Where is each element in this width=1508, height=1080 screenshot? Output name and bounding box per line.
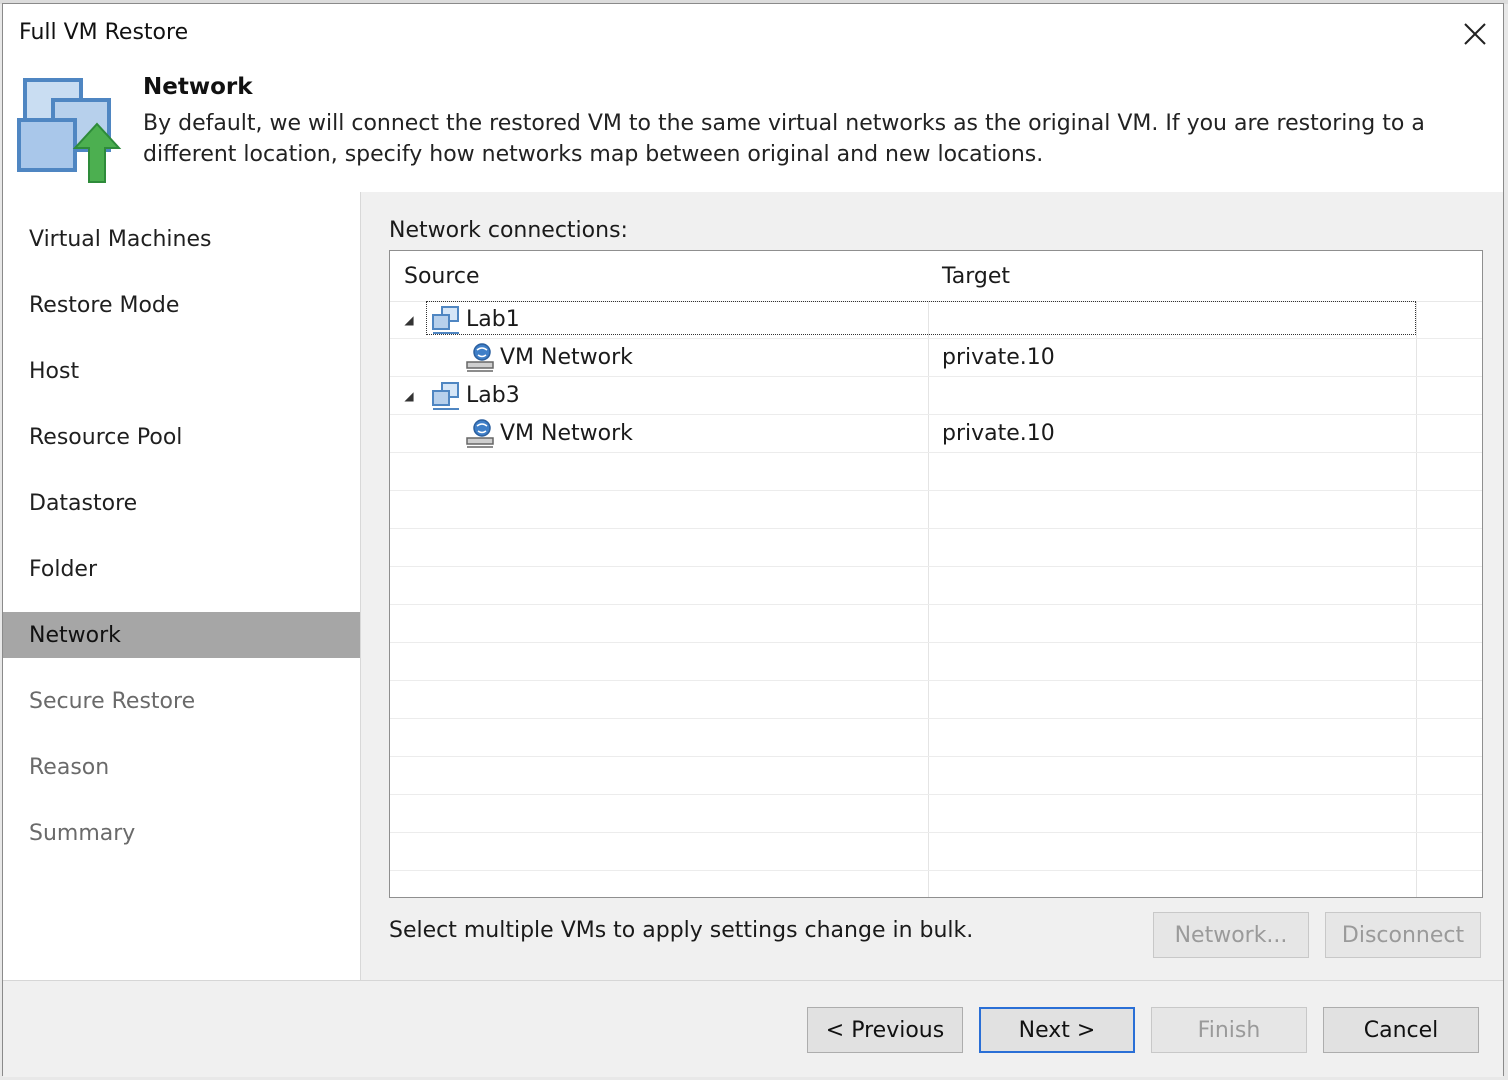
expand-toggle-icon[interactable]: ◢ xyxy=(402,377,416,414)
sidebar-item-virtual-machines[interactable]: Virtual Machines xyxy=(3,216,360,262)
sidebar-item-label: Virtual Machines xyxy=(29,226,212,252)
title-bar: Full VM Restore xyxy=(3,4,1503,64)
cancel-button[interactable]: Cancel xyxy=(1323,1007,1479,1053)
sidebar-item-label: Datastore xyxy=(29,490,138,516)
sidebar-item-label: Resource Pool xyxy=(29,424,183,450)
empty-row xyxy=(390,795,1482,833)
table-row[interactable]: VM Network private.10 xyxy=(390,339,1482,377)
step-header: Network By default, we will connect the … xyxy=(3,64,1503,192)
network-button[interactable]: Network... xyxy=(1153,912,1309,958)
network-icon xyxy=(466,342,494,372)
step-description: By default, we will connect the restored… xyxy=(143,111,1425,167)
table-row[interactable]: ◢ Lab3 xyxy=(390,377,1482,415)
bulk-hint-text: Select multiple VMs to apply settings ch… xyxy=(389,918,974,943)
sidebar-item-label: Reason xyxy=(29,754,110,780)
empty-row xyxy=(390,453,1482,491)
row-target-name: private.10 xyxy=(942,421,1055,446)
network-step-content: Network connections: Source Target ◢ Lab… xyxy=(361,192,1503,980)
network-connections-grid[interactable]: Source Target ◢ Lab1 VM Network private.… xyxy=(389,250,1483,898)
full-vm-restore-dialog: Full VM Restore Network By default, we w… xyxy=(2,3,1504,1077)
empty-row xyxy=(390,681,1482,719)
expand-toggle-icon[interactable]: ◢ xyxy=(402,301,416,338)
sidebar-item-secure-restore: Secure Restore xyxy=(3,678,360,724)
empty-row xyxy=(390,757,1482,795)
sidebar-item-label: Network xyxy=(29,622,121,648)
sidebar-item-restore-mode[interactable]: Restore Mode xyxy=(3,282,360,328)
sidebar-item-summary: Summary xyxy=(3,810,360,856)
vm-icon xyxy=(432,381,459,410)
sidebar-item-label: Folder xyxy=(29,556,97,582)
sidebar-item-label: Host xyxy=(29,358,80,384)
sidebar-item-folder[interactable]: Folder xyxy=(3,546,360,592)
sidebar-item-label: Secure Restore xyxy=(29,688,196,714)
sidebar-item-reason: Reason xyxy=(3,744,360,790)
network-icon xyxy=(466,418,494,448)
window-title: Full VM Restore xyxy=(19,20,189,45)
vm-icon xyxy=(432,305,459,334)
close-icon xyxy=(1464,23,1486,45)
empty-row xyxy=(390,833,1482,871)
sidebar-item-label: Restore Mode xyxy=(29,292,180,318)
row-focus-outline xyxy=(426,301,1416,335)
previous-button[interactable]: < Previous xyxy=(807,1007,963,1053)
network-connections-label: Network connections: xyxy=(389,218,628,243)
empty-row xyxy=(390,643,1482,681)
next-button[interactable]: Next > xyxy=(979,1007,1135,1053)
disconnect-button[interactable]: Disconnect xyxy=(1325,912,1481,958)
table-row[interactable]: ◢ Lab1 xyxy=(390,301,1482,339)
sidebar-item-host[interactable]: Host xyxy=(3,348,360,394)
empty-row xyxy=(390,605,1482,643)
empty-row xyxy=(390,529,1482,567)
column-header-source[interactable]: Source xyxy=(390,251,928,301)
empty-row xyxy=(390,719,1482,757)
column-header-target[interactable]: Target xyxy=(928,251,1416,301)
row-source-name: Lab3 xyxy=(466,383,520,408)
empty-row xyxy=(390,491,1482,529)
sidebar-item-resource-pool[interactable]: Resource Pool xyxy=(3,414,360,460)
wizard-footer: < Previous Next > Finish Cancel xyxy=(3,980,1503,1077)
table-row[interactable]: VM Network private.10 xyxy=(390,415,1482,453)
step-title: Network xyxy=(143,74,253,100)
sidebar-item-network[interactable]: Network xyxy=(3,612,360,658)
row-source-name: Lab1 xyxy=(466,307,520,332)
close-button[interactable] xyxy=(1457,16,1493,52)
row-target-name: private.10 xyxy=(942,345,1055,370)
row-source-name: VM Network xyxy=(500,345,633,370)
sidebar-item-datastore[interactable]: Datastore xyxy=(3,480,360,526)
wizard-steps-sidebar: Virtual Machines Restore Mode Host Resou… xyxy=(3,192,361,980)
grid-header: Source Target xyxy=(390,251,1482,302)
restore-vm-icon xyxy=(17,78,122,183)
finish-button[interactable]: Finish xyxy=(1151,1007,1307,1053)
empty-row xyxy=(390,567,1482,605)
sidebar-item-label: Summary xyxy=(29,820,136,846)
row-source-name: VM Network xyxy=(500,421,633,446)
